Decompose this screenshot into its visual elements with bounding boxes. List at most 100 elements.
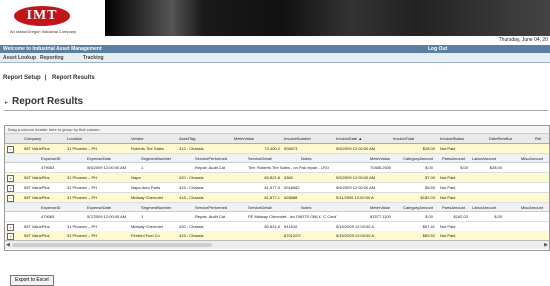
expand-row-icon[interactable]: + (7, 185, 14, 192)
group-by-area[interactable]: Drag a column header here to group by th… (5, 126, 549, 134)
cell-location: 31 Phoenix – PH (67, 175, 98, 180)
detail-col-header[interactable]: LaborAmount (472, 156, 506, 161)
scroll-right-icon[interactable]: ▶ (544, 242, 548, 248)
detail-row[interactable]: 479065 5/7/2009 12:00:00 AM 1 Repair, Au… (5, 212, 549, 222)
table-row[interactable]: + IMT ValuePlus 31 Phoenix – PH Napa 420… (5, 173, 549, 183)
current-date: Thursday, June 04, 20 (498, 37, 548, 43)
report-setup-link[interactable]: Report Setup (3, 75, 41, 81)
cell-invoice-number: 87012/07 (284, 233, 301, 238)
cell-invoice-total: $182.03 (420, 195, 435, 200)
expand-row-icon[interactable]: + (7, 175, 14, 182)
detail-col-header[interactable]: Notes (301, 205, 331, 210)
horizontal-scrollbar[interactable]: ◀ ▶ (5, 240, 549, 249)
col-header[interactable]: MeterValue (234, 136, 274, 141)
menu-item-reporting[interactable]: Reporting (40, 55, 64, 61)
col-header[interactable]: Ref (535, 136, 549, 141)
cell-invoice-status: Not Paid (440, 146, 456, 151)
detail-col-header[interactable]: PartsAmount (442, 156, 472, 161)
detail-service-performed: Repair, Audit Cat (195, 214, 226, 219)
detail-col-header[interactable]: MiscAmount (521, 205, 549, 210)
cell-vendor: Midway Chevrolet (131, 195, 163, 200)
detail-col-header[interactable]: SegmentNumber (141, 156, 185, 161)
cell-company: IMT ValuePlus (24, 224, 50, 229)
detail-row[interactable]: 479083 5/5/2009 12:00:00 AM 1 Repair, Au… (5, 163, 549, 173)
detail-expense-id: 479065 (41, 214, 55, 219)
col-header[interactable]: Vendor (131, 136, 171, 141)
table-row[interactable]: − IMT ValuePlus 31 Phoenix – PH Roberts … (5, 144, 549, 154)
cell-invoice-date: 5/6/2009 12:00:00 AM (336, 185, 376, 190)
cell-invoice-number: 528688 (284, 195, 298, 200)
menu-item-asset-lookup[interactable]: Asset Lookup (3, 55, 36, 61)
cell-company: IMT ValuePlus (24, 175, 50, 180)
collapse-arrow-icon[interactable]: ▸ (5, 99, 8, 106)
detail-col-header[interactable]: PartsAmount (442, 205, 472, 210)
detail-col-header[interactable]: MeterValue (370, 156, 402, 161)
detail-col-header[interactable]: ExpenseDate (87, 156, 127, 161)
cell-company: IMT ValuePlus (24, 233, 50, 238)
col-header[interactable]: InvoiceStatus (440, 136, 480, 141)
detail-header: ExpenseID ExpenseDate SegmentNumber Serv… (5, 154, 549, 163)
detail-header: ExpenseID ExpenseDate SegmentNumber Serv… (5, 203, 549, 212)
detail-col-header[interactable]: CategoryAmount (403, 156, 439, 161)
detail-col-header[interactable]: ServicePerformed (195, 156, 241, 161)
table-row[interactable]: − IMT ValuePlus 31 Phoenix – PH Midway C… (5, 193, 549, 203)
detail-col-header[interactable]: ExpenseID (41, 156, 81, 161)
welcome-text: Welcome to Industrial Asset Management (3, 46, 102, 52)
detail-labor-amount: $28.00 (489, 165, 502, 170)
export-to-excel-button[interactable]: Export to Excel (10, 275, 54, 286)
detail-col-header[interactable]: MeterValue (370, 205, 402, 210)
logo-text: IMT (26, 8, 58, 23)
cell-invoice-status: Not Paid (440, 224, 456, 229)
detail-parts-amount: $182.03 (453, 214, 468, 219)
report-results-link[interactable]: Report Results (52, 75, 95, 81)
table-row[interactable]: + IMT ValuePlus 31 Phoenix – PH Napa Aut… (5, 183, 549, 193)
cell-invoice-total: $67.41 (422, 224, 435, 229)
col-header[interactable]: InvoiceTotal (393, 136, 433, 141)
imt-logo: IMT (14, 6, 70, 26)
scroll-left-icon[interactable]: ◀ (6, 242, 10, 248)
cell-asset-tag: 420 - Chassis (179, 224, 204, 229)
results-grid: Drag a column header here to group by th… (4, 125, 550, 251)
detail-col-header[interactable]: ExpenseDate (87, 205, 127, 210)
detail-col-header[interactable]: LaborAmount (472, 205, 506, 210)
expand-row-icon[interactable]: + (7, 233, 14, 240)
detail-col-header[interactable]: ServiceDetail (248, 205, 288, 210)
detail-service-performed: Repair, Audit Cat (195, 165, 226, 170)
cell-vendor: Roberts Tire Sales (131, 146, 164, 151)
expand-row-icon[interactable]: − (7, 146, 14, 153)
detail-category-amount: $.00 (425, 165, 433, 170)
col-header[interactable]: Location (67, 136, 107, 141)
detail-expense-date: 5/7/2009 12:00:00 AM (87, 214, 127, 219)
scroll-thumb[interactable] (12, 243, 212, 247)
title-divider (4, 110, 548, 111)
cell-invoice-date: 5/5/2009 12:00:00 AM (336, 146, 376, 151)
main-menu: Asset Lookup Reporting Tracking (0, 53, 550, 63)
col-header[interactable]: AssetTag (179, 136, 219, 141)
tagline: An Idaho/Oregon Industrial Company (10, 29, 77, 34)
col-header[interactable]: InvoiceDate ▲ (336, 136, 386, 141)
col-header[interactable]: Company (24, 136, 64, 141)
detail-col-header[interactable]: ServiceDetail (248, 156, 288, 161)
cell-asset-tag: 420 - Chassis (179, 175, 204, 180)
cell-meter-value: 72,400.2 (264, 146, 280, 151)
detail-col-header[interactable]: MiscAmount (521, 156, 549, 161)
expand-row-icon[interactable]: + (7, 224, 14, 231)
detail-expense-id: 479083 (41, 165, 55, 170)
detail-col-header[interactable]: Notes (301, 156, 331, 161)
col-header[interactable]: InvoiceNumber (284, 136, 324, 141)
cell-invoice-date: 5/11/2009 12:00:00 A (336, 195, 374, 200)
menu-item-tracking[interactable]: Tracking (83, 55, 104, 61)
col-header[interactable]: DateRemBur (489, 136, 529, 141)
expand-row-icon[interactable]: − (7, 195, 14, 202)
cell-vendor: Napa Auto Parts (131, 185, 161, 190)
logout-link[interactable]: Log Out (428, 46, 447, 52)
detail-col-header[interactable]: CategoryAmount (403, 205, 439, 210)
detail-col-header[interactable]: ExpenseID (41, 205, 81, 210)
cell-vendor: Firebird Fuel Co (131, 233, 160, 238)
cell-location: 31 Phoenix – PH (67, 185, 98, 190)
detail-col-header[interactable]: SegmentNumber (141, 205, 185, 210)
cell-invoice-total: $28.00 (422, 146, 435, 151)
cell-invoice-status: Not Paid (440, 175, 456, 180)
detail-meter-value: 81577.1100 (370, 214, 391, 219)
detail-col-header[interactable]: ServicePerformed (195, 205, 241, 210)
